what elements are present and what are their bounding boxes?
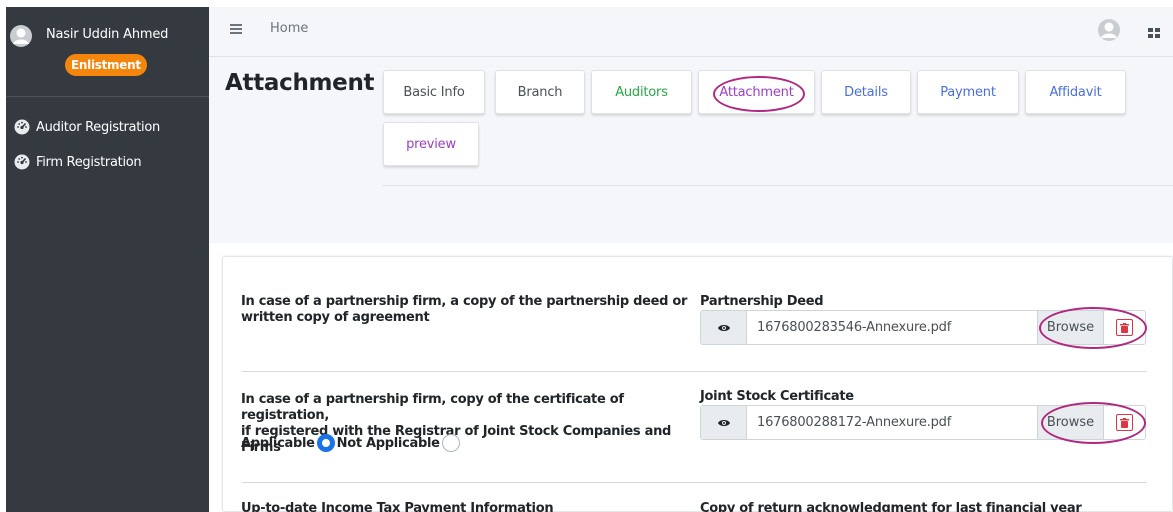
user-name[interactable]: Nasir Uddin Ahmed (46, 27, 168, 42)
sidebar-item-firm-registration[interactable]: Firm Registration (14, 154, 142, 170)
eye-icon (717, 324, 730, 331)
apps-grid-icon[interactable] (1148, 28, 1160, 38)
sidebar-item-label: Firm Registration (36, 154, 142, 170)
delete-file-button[interactable] (1103, 406, 1145, 439)
tab-payment[interactable]: Payment (917, 70, 1019, 114)
content-header: Attachment Basic Info Branch Auditors At… (209, 57, 1173, 243)
income-tax-description: Up-to-date Income Tax Payment Informatio… (241, 501, 554, 512)
view-file-button[interactable] (701, 406, 747, 439)
tabs-divider (383, 185, 1173, 186)
return-acknowledgment-label: Copy of return acknowledgment for last f… (700, 501, 1082, 512)
dashboard-gauge-icon (14, 154, 30, 170)
hamburger-menu-icon[interactable] (230, 24, 242, 34)
applicable-label: Applicable (241, 435, 315, 451)
tab-branch[interactable]: Branch (495, 70, 585, 114)
enlistment-badge: Enlistment (65, 54, 147, 76)
applicable-radio[interactable] (316, 434, 335, 452)
top-navbar: Home (209, 7, 1173, 57)
sidebar: Nasir Uddin Ahmed Enlistment Auditor Reg… (6, 7, 209, 512)
browse-button[interactable]: Browse (1037, 311, 1103, 344)
user-avatar-icon[interactable] (10, 25, 32, 47)
joint-stock-label: Joint Stock Certificate (700, 389, 854, 404)
description-line: In case of a partnership firm, a copy of… (241, 294, 688, 309)
attachments-card: In case of a partnership firm, a copy of… (222, 256, 1173, 512)
user-panel: Nasir Uddin Ahmed Enlistment (6, 7, 209, 97)
partnership-deed-file-input: 1676800283546-Annexure.pdf Browse (700, 310, 1146, 345)
tab-attachment[interactable]: Attachment (698, 70, 815, 114)
view-file-button[interactable] (701, 311, 747, 344)
file-name-field[interactable]: 1676800288172-Annexure.pdf (747, 406, 1037, 439)
trash-icon (1116, 319, 1133, 336)
sidebar-item-label: Auditor Registration (36, 119, 160, 135)
tab-auditors[interactable]: Auditors (591, 70, 692, 114)
tab-basic-info[interactable]: Basic Info (383, 70, 485, 114)
tab-details[interactable]: Details (821, 70, 911, 114)
page-title: Attachment (225, 70, 375, 96)
home-link[interactable]: Home (270, 21, 308, 36)
description-line: In case of a partnership firm, copy of t… (241, 392, 624, 423)
row-divider (242, 371, 1147, 372)
row-divider (242, 482, 1147, 483)
step-tabs: Basic Info Branch Auditors Attachment De… (383, 57, 1173, 187)
eye-icon (717, 419, 730, 426)
tab-preview[interactable]: preview (383, 122, 479, 166)
sidebar-item-auditor-registration[interactable]: Auditor Registration (14, 119, 160, 135)
browse-button[interactable]: Browse (1037, 406, 1103, 439)
delete-file-button[interactable] (1103, 311, 1145, 344)
app-frame: Nasir Uddin Ahmed Enlistment Auditor Reg… (0, 0, 1173, 512)
user-avatar-icon[interactable] (1098, 19, 1120, 41)
file-name-field[interactable]: 1676800283546-Annexure.pdf (747, 311, 1037, 344)
partnership-deed-description: In case of a partnership firm, a copy of… (241, 294, 701, 326)
dashboard-gauge-icon (14, 119, 30, 135)
partnership-deed-label: Partnership Deed (700, 294, 824, 309)
tab-affidavit[interactable]: Affidavit (1025, 70, 1126, 114)
not-applicable-label: Not Applicable (336, 435, 440, 451)
description-line: written copy of agreement (241, 310, 430, 325)
joint-stock-file-input: 1676800288172-Annexure.pdf Browse (700, 405, 1146, 440)
applicability-radio-group: Applicable Not Applicable (241, 434, 462, 452)
trash-icon (1116, 414, 1133, 431)
not-applicable-radio[interactable] (441, 434, 460, 452)
